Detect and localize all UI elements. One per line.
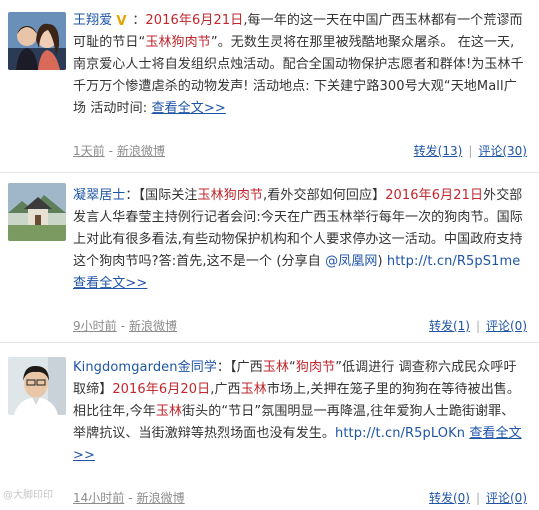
- comment-button[interactable]: 评论(0): [486, 491, 527, 505]
- text-segment: ,看外交部如何回应】: [263, 188, 386, 203]
- post-text: 【国际关注玉林狗肉节,看外交部如何回应】2016年6月21日外交部发言人华春莹主…: [73, 188, 523, 269]
- meta-separator: -: [120, 319, 125, 333]
- highlight-date: 2016年6月21日: [385, 188, 484, 203]
- avatar[interactable]: [8, 12, 66, 70]
- keyword-highlight: 玉林狗肉节: [197, 188, 264, 203]
- text-segment: ): [377, 254, 387, 269]
- comment-button[interactable]: 评论(0): [486, 319, 527, 333]
- post-source[interactable]: 新浪微博: [137, 491, 185, 505]
- avatar[interactable]: [8, 183, 66, 241]
- author-name[interactable]: 王翔爱: [73, 13, 112, 28]
- meta-separator: -: [108, 144, 113, 158]
- search-results-feed: 王翔爱 V ：2016年6月21日,每一年的这一天在中国广西玉林都有一个荒谬而可耻的…: [0, 0, 539, 509]
- text-segment: ,广西: [210, 382, 241, 397]
- keyword-highlight: 玉林狗肉节: [145, 35, 211, 50]
- highlight-date: 2016年6月21日: [145, 13, 244, 28]
- highlight-date: 2016年6月20日: [112, 382, 211, 397]
- text-segment: 【广西: [230, 360, 263, 375]
- read-more-link[interactable]: 查看全文>>: [151, 101, 225, 116]
- text-segment: “: [289, 360, 296, 375]
- keyword-highlight: 狗肉节: [295, 360, 336, 375]
- meta-separator: -: [128, 491, 133, 505]
- text-segment: 【国际关注: [138, 188, 198, 203]
- keyword-highlight: 玉林: [240, 382, 267, 397]
- verified-badge-icon: V: [116, 14, 127, 29]
- post-time[interactable]: 1天前: [73, 144, 105, 158]
- comment-button[interactable]: 评论(30): [478, 144, 527, 158]
- post-actions: 转发(0) | 评论(0): [429, 490, 527, 506]
- post-meta: 9小时前 - 新浪微博 转发(1) | 评论(0): [73, 318, 527, 334]
- author-name[interactable]: 凝翠居士: [73, 188, 125, 203]
- repost-button[interactable]: 转发(1): [429, 319, 470, 333]
- action-divider: |: [475, 491, 480, 505]
- post-actions: 转发(1) | 评论(0): [429, 318, 527, 334]
- post-source[interactable]: 新浪微博: [117, 144, 165, 158]
- author-name[interactable]: Kingdomgarden金同学: [73, 360, 217, 375]
- avatar[interactable]: [8, 357, 66, 415]
- inline-link[interactable]: http://t.cn/R5pS1me: [387, 254, 520, 269]
- post-content: 王翔爱 V ：2016年6月21日,每一年的这一天在中国广西玉林都有一个荒谬而可耻的…: [73, 10, 527, 120]
- post-meta: 14小时前 - 新浪微博 转发(0) | 评论(0): [73, 490, 527, 506]
- author-colon: ：: [125, 188, 139, 203]
- keyword-highlight: 玉林: [262, 360, 290, 375]
- inline-link[interactable]: http://t.cn/R5pLOKn: [335, 426, 465, 441]
- post-actions: 转发(13) | 评论(30): [414, 143, 527, 159]
- post-meta: 1天前 - 新浪微博 转发(13) | 评论(30): [73, 143, 527, 159]
- author-colon: ：: [132, 13, 146, 28]
- post-source[interactable]: 新浪微博: [129, 319, 177, 333]
- post-content: 凝翠居士：【国际关注玉林狗肉节,看外交部如何回应】2016年6月21日外交部发言…: [73, 185, 527, 295]
- keyword-highlight: 玉林: [155, 404, 183, 419]
- inline-link[interactable]: @凤凰网: [325, 254, 377, 269]
- post-item: 王翔爱 V ：2016年6月21日,每一年的这一天在中国广西玉林都有一个荒谬而可耻的…: [0, 0, 539, 172]
- action-divider: |: [475, 319, 480, 333]
- post-time[interactable]: 9小时前: [73, 319, 117, 333]
- repost-button[interactable]: 转发(13): [414, 144, 463, 158]
- post-item: 凝翠居士：【国际关注玉林狗肉节,看外交部如何回应】2016年6月21日外交部发言…: [0, 172, 539, 343]
- author-colon: ：: [216, 360, 231, 375]
- post-content: Kingdomgarden金同学：【广西玉林“狗肉节”低调进行 调查称六成民众呼…: [73, 357, 527, 467]
- read-more-link[interactable]: 查看全文>>: [73, 276, 147, 291]
- post-item: Kingdomgarden金同学：【广西玉林“狗肉节”低调进行 调查称六成民众呼…: [0, 342, 539, 510]
- post-time[interactable]: 14小时前: [73, 491, 124, 505]
- action-divider: |: [468, 144, 473, 158]
- repost-button[interactable]: 转发(0): [429, 491, 470, 505]
- post-text: 2016年6月21日,每一年的这一天在中国广西玉林都有一个荒谬而可耻的节日“玉林…: [73, 13, 524, 116]
- watermark: @大脚印印: [3, 490, 53, 501]
